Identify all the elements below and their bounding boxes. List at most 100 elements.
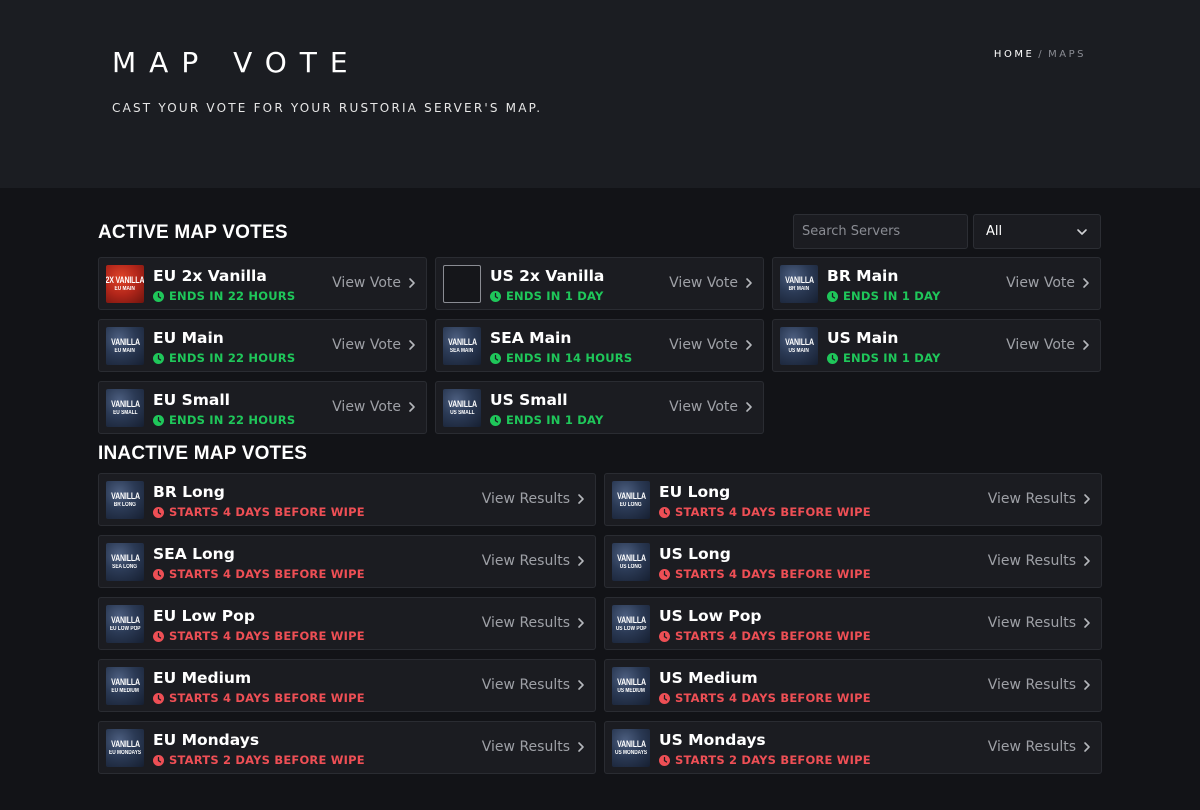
action-label: View Vote	[669, 399, 738, 415]
search-servers-input[interactable]	[793, 214, 968, 249]
thumbnail-label-bottom: SEA MAIN	[450, 348, 474, 354]
server-vote-card[interactable]: VANILLA US SMALL US Small ENDS IN 1 DAY View…	[435, 381, 764, 434]
view-results-link[interactable]: View Results	[988, 491, 1091, 507]
clock-icon	[153, 352, 164, 364]
action-label: View Vote	[332, 399, 401, 415]
view-results-link[interactable]: View Results	[988, 677, 1091, 693]
server-vote-card[interactable]: VANILLA US LONG US Long STARTS 4 DAYS BEFOR…	[604, 535, 1102, 588]
clock-icon	[659, 630, 670, 642]
thumbnail-label-top: VANILLA	[110, 677, 140, 687]
inactive-votes-grid: VANILLA BR LONG BR Long STARTS 4 DAYS BEFOR…	[98, 473, 1102, 774]
clock-icon	[153, 692, 164, 704]
server-map-thumbnail: VANILLA EU MONDAYS	[106, 729, 144, 767]
vote-status-text: ENDS IN 1 DAY	[843, 351, 941, 365]
view-results-link[interactable]: View Results	[988, 615, 1091, 631]
view-vote-link[interactable]: View Vote	[669, 337, 753, 353]
vote-status-text: ENDS IN 22 HOURS	[169, 289, 296, 303]
view-results-link[interactable]: View Results	[988, 739, 1091, 755]
chevron-right-icon	[578, 742, 584, 752]
chevron-right-icon	[1084, 556, 1090, 566]
thumbnail-label-top: VANILLA	[784, 337, 814, 347]
server-vote-card[interactable]: VANILLA BR LONG BR Long STARTS 4 DAYS BEFOR…	[98, 473, 596, 526]
view-results-link[interactable]: View Results	[482, 553, 585, 569]
view-vote-link[interactable]: View Vote	[332, 399, 416, 415]
action-label: View Results	[481, 677, 570, 693]
thumbnail-label-bottom: US MONDAYS	[614, 750, 648, 756]
thumbnail-label-bottom: EU MONDAYS	[108, 750, 142, 756]
server-name: BR Long	[153, 483, 225, 501]
server-vote-card[interactable]: VANILLA SEA MAIN SEA Main ENDS IN 14 HOURS V…	[435, 319, 764, 372]
thumbnail-label-bottom: BR MAIN	[788, 286, 810, 292]
thumbnail-label-top: VANILLA	[110, 739, 140, 749]
server-name: EU Small	[153, 391, 230, 409]
action-label: View Vote	[332, 337, 401, 353]
vote-status: STARTS 4 DAYS BEFORE WIPE	[153, 567, 365, 581]
server-vote-card[interactable]: VANILLA BR MAIN BR Main ENDS IN 1 DAY View V…	[772, 257, 1101, 310]
page-header: MAP VOTE CAST YOUR VOTE FOR YOUR RUSTORI…	[0, 0, 1200, 188]
filter-selected-value: All	[986, 224, 1003, 239]
server-map-thumbnail: VANILLA EU MAIN	[106, 327, 144, 365]
server-vote-card[interactable]: VANILLA EU LONG EU Long STARTS 4 DAYS BEFOR…	[604, 473, 1102, 526]
clock-icon	[153, 568, 164, 580]
view-vote-link[interactable]: View Vote	[1006, 275, 1090, 291]
view-vote-link[interactable]: View Vote	[332, 275, 416, 291]
server-name: SEA Main	[490, 329, 572, 347]
clock-icon	[827, 352, 838, 364]
server-vote-card[interactable]: VANILLA EU MEDIUM EU Medium STARTS 4 DAYS B…	[98, 659, 596, 712]
clock-icon	[659, 692, 670, 704]
server-name: US Long	[659, 545, 731, 563]
action-label: View Results	[987, 677, 1076, 693]
server-vote-card[interactable]: VANILLA US MEDIUM US Medium STARTS 4 DAYS B…	[604, 659, 1102, 712]
server-vote-card[interactable]: VANILLA US MAIN US Main ENDS IN 1 DAY View V…	[772, 319, 1101, 372]
view-results-link[interactable]: View Results	[482, 615, 585, 631]
server-vote-card[interactable]: VANILLA US LOW POP US Low Pop STARTS 4 DAYS…	[604, 597, 1102, 650]
thumbnail-label-bottom: EU SMALL	[112, 410, 138, 416]
thumbnail-label-top: VANILLA	[616, 615, 646, 625]
server-vote-card[interactable]: VANILLA EU SMALL EU Small ENDS IN 22 HOURS V…	[98, 381, 427, 434]
vote-status: ENDS IN 1 DAY	[827, 351, 941, 365]
breadcrumb-home-link[interactable]: HOME	[994, 49, 1034, 60]
view-vote-link[interactable]: View Vote	[669, 399, 753, 415]
server-vote-card[interactable]: VANILLA US MONDAYS US Mondays STARTS 2 DAYS…	[604, 721, 1102, 774]
thumbnail-label-bottom: EU MAIN	[114, 286, 136, 292]
thumbnail-label-top: 2X VANILLA	[106, 275, 144, 285]
server-name: EU 2x Vanilla	[153, 267, 267, 285]
clock-icon	[153, 506, 164, 518]
action-label: View Vote	[669, 275, 738, 291]
server-name: US 2x Vanilla	[490, 267, 605, 285]
server-vote-card[interactable]: US 2x Vanilla ENDS IN 1 DAY View Vote	[435, 257, 764, 310]
server-map-thumbnail: VANILLA US MAIN	[780, 327, 818, 365]
thumbnail-label-bottom: EU LOW POP	[109, 626, 141, 632]
server-vote-card[interactable]: 2X VANILLA EU MAIN EU 2x Vanilla ENDS IN 22…	[98, 257, 427, 310]
vote-status-text: STARTS 4 DAYS BEFORE WIPE	[169, 629, 365, 643]
chevron-right-icon	[1084, 618, 1090, 628]
vote-status: ENDS IN 1 DAY	[490, 413, 604, 427]
vote-status: STARTS 4 DAYS BEFORE WIPE	[659, 629, 871, 643]
view-results-link[interactable]: View Results	[482, 739, 585, 755]
clock-icon	[490, 290, 501, 302]
server-vote-card[interactable]: VANILLA EU MAIN EU Main ENDS IN 22 HOURS Vie…	[98, 319, 427, 372]
view-vote-link[interactable]: View Vote	[1006, 337, 1090, 353]
clock-icon	[659, 506, 670, 518]
server-vote-card[interactable]: VANILLA SEA LONG SEA Long STARTS 4 DAYS BEF…	[98, 535, 596, 588]
vote-status-text: STARTS 4 DAYS BEFORE WIPE	[675, 567, 871, 581]
thumbnail-label-top: VANILLA	[447, 337, 477, 347]
vote-status-text: STARTS 4 DAYS BEFORE WIPE	[169, 691, 365, 705]
view-vote-link[interactable]: View Vote	[332, 337, 416, 353]
thumbnail-label-top: VANILLA	[110, 491, 140, 501]
server-map-thumbnail: VANILLA SEA LONG	[106, 543, 144, 581]
server-name: EU Main	[153, 329, 224, 347]
server-name: SEA Long	[153, 545, 235, 563]
view-vote-link[interactable]: View Vote	[669, 275, 753, 291]
server-filter-select[interactable]: All	[973, 214, 1101, 249]
view-results-link[interactable]: View Results	[482, 677, 585, 693]
thumbnail-label-bottom: EU MEDIUM	[111, 688, 139, 694]
server-map-thumbnail: VANILLA EU MEDIUM	[106, 667, 144, 705]
server-map-thumbnail: VANILLA US SMALL	[443, 389, 481, 427]
view-results-link[interactable]: View Results	[988, 553, 1091, 569]
server-vote-card[interactable]: VANILLA EU LOW POP EU Low Pop STARTS 4 DAYS…	[98, 597, 596, 650]
view-results-link[interactable]: View Results	[482, 491, 585, 507]
thumbnail-label-bottom: EU LONG	[620, 502, 642, 508]
breadcrumb: HOME / MAPS	[960, 49, 1086, 60]
server-vote-card[interactable]: VANILLA EU MONDAYS EU Mondays STARTS 2 DAYS…	[98, 721, 596, 774]
